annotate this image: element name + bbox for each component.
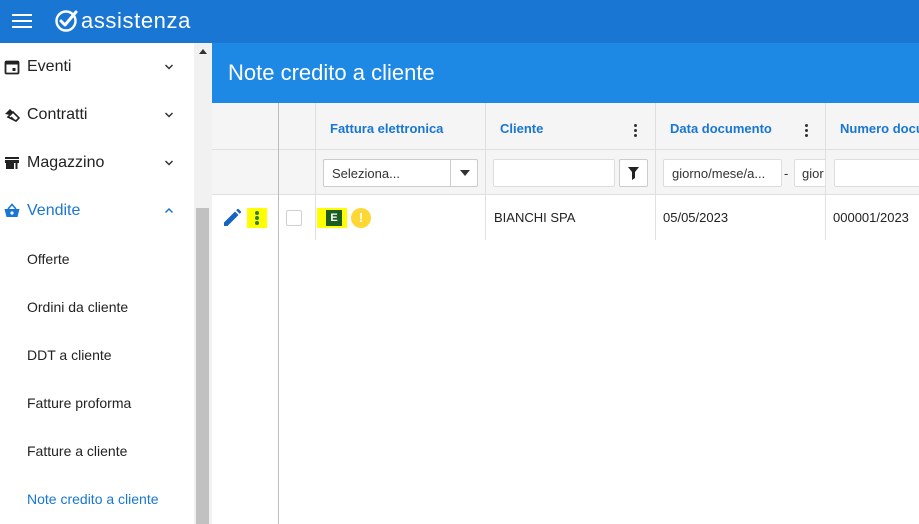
- cell-cliente: BIANCHI SPA: [494, 210, 576, 225]
- table-row[interactable]: E ! BIANCHI SPA 05/05/2023 000001/2023: [212, 195, 919, 240]
- sidebar-item-label: Magazzino: [27, 154, 105, 171]
- basket-icon: [4, 203, 20, 217]
- logo-text: assistenza: [81, 8, 191, 33]
- column-divider: [278, 103, 279, 524]
- row-select-checkbox[interactable]: [286, 210, 302, 226]
- sidebar: Eventi Contratti Magazzino Vendite Offer…: [0, 43, 212, 524]
- electronic-invoice-badge[interactable]: E: [317, 208, 347, 228]
- filter-button[interactable]: [619, 159, 648, 187]
- column-divider: [825, 103, 826, 240]
- scroll-up-arrow-icon[interactable]: [199, 49, 207, 54]
- column-header-fattura-elettronica[interactable]: Fattura elettronica: [330, 121, 443, 136]
- dropdown-arrow-icon[interactable]: [450, 160, 477, 186]
- sidebar-item-magazzino[interactable]: Magazzino: [0, 139, 193, 187]
- sidebar-subitem-fatture-proforma[interactable]: Fatture proforma: [0, 379, 193, 427]
- menu-icon[interactable]: [12, 11, 34, 31]
- numero-filter-input[interactable]: [834, 159, 919, 187]
- sidebar-scrollbar[interactable]: [194, 43, 212, 524]
- date-from-input[interactable]: giorno/mese/a...: [663, 159, 782, 187]
- sidebar-item-label: Vendite: [27, 202, 81, 219]
- page-title: Note credito a cliente: [228, 60, 435, 85]
- handshake-icon: [5, 109, 20, 122]
- cell-data-documento: 05/05/2023: [663, 210, 729, 225]
- sidebar-subitem-label: Ordini da cliente: [27, 299, 129, 315]
- sidebar-subitem-fatture-cliente[interactable]: Fatture a cliente: [0, 427, 193, 475]
- logo-check-icon: [55, 10, 78, 32]
- grid-header-row: Fattura elettronica Cliente Data documen…: [212, 103, 919, 150]
- sidebar-item-vendite[interactable]: Vendite: [0, 187, 193, 235]
- sidebar-subitem-note-credito[interactable]: Note credito a cliente: [0, 475, 193, 523]
- chevron-up-icon: [164, 207, 174, 214]
- sidebar-subitem-label: Note credito a cliente: [27, 491, 159, 507]
- sidebar-subitem-label: Fatture proforma: [27, 395, 132, 411]
- select-value: Seleziona...: [332, 166, 400, 181]
- sidebar-subitem-label: DDT a cliente: [27, 347, 112, 363]
- sidebar-subitem-offerte[interactable]: Offerte: [0, 235, 193, 283]
- column-header-cliente[interactable]: Cliente: [500, 121, 543, 136]
- data-grid: Fattura elettronica Cliente Data documen…: [212, 103, 919, 524]
- warning-icon[interactable]: !: [351, 208, 371, 228]
- filter-icon: [628, 167, 639, 180]
- sidebar-subitem-label: Fatture a cliente: [27, 443, 128, 459]
- sidebar-subitem-ddt[interactable]: DDT a cliente: [0, 331, 193, 379]
- sidebar-item-contratti[interactable]: Contratti: [0, 91, 193, 139]
- column-menu-icon[interactable]: [634, 124, 638, 138]
- page-header: Note credito a cliente: [212, 43, 919, 103]
- grid-filter-row: Seleziona... giorno/mese/a... - gior: [212, 150, 919, 195]
- cliente-filter-input[interactable]: [493, 159, 615, 187]
- date-to-input[interactable]: gior: [794, 159, 826, 187]
- column-divider: [315, 103, 316, 240]
- e-badge-label: E: [326, 210, 342, 226]
- chevron-down-icon: [164, 112, 174, 118]
- sidebar-item-eventi[interactable]: Eventi: [0, 43, 193, 91]
- chevron-down-icon: [164, 64, 174, 70]
- store-icon: [5, 157, 19, 169]
- scrollbar-thumb[interactable]: [196, 208, 209, 524]
- main-content: Note credito a cliente Fattura elettroni…: [212, 43, 919, 524]
- edit-pencil-icon[interactable]: [222, 208, 242, 228]
- column-divider: [485, 103, 486, 240]
- cell-numero-documento: 000001/2023: [833, 210, 909, 225]
- sidebar-item-label: Contratti: [27, 106, 88, 123]
- column-header-numero-documento[interactable]: Numero docu: [840, 121, 919, 136]
- sidebar-subitem-label: Offerte: [27, 251, 70, 267]
- chevron-down-icon: [164, 160, 174, 166]
- app-logo[interactable]: assistenza: [54, 8, 191, 34]
- column-divider: [655, 103, 656, 240]
- fattura-elettronica-filter-select[interactable]: Seleziona...: [323, 159, 478, 187]
- row-actions-menu-icon[interactable]: [247, 208, 267, 228]
- calendar-icon: [4, 60, 20, 75]
- sidebar-subitem-ordini[interactable]: Ordini da cliente: [0, 283, 193, 331]
- app-bar: assistenza: [0, 0, 919, 43]
- sidebar-item-label: Eventi: [27, 58, 72, 75]
- date-range-separator: -: [784, 166, 789, 181]
- column-menu-icon[interactable]: [805, 124, 809, 138]
- column-header-data-documento[interactable]: Data documento: [670, 121, 772, 136]
- sidebar-nav: Eventi Contratti Magazzino Vendite Offer…: [0, 43, 193, 523]
